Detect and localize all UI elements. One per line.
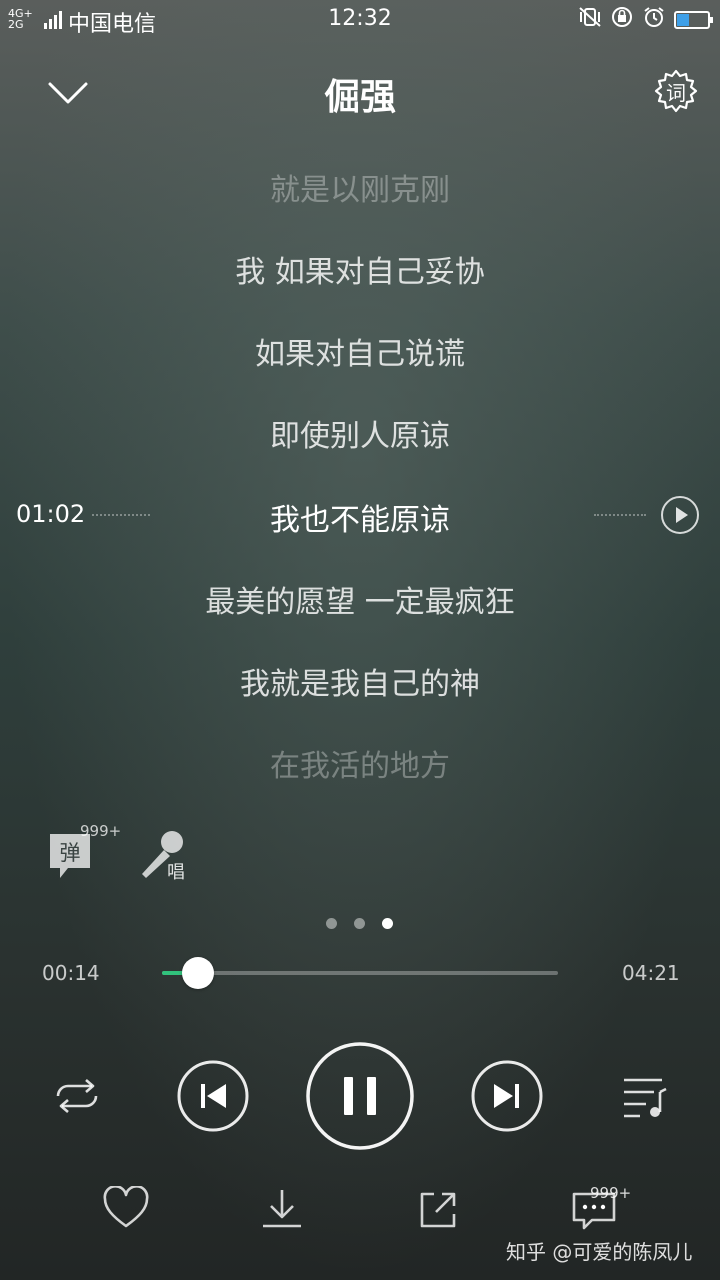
karaoke-microphone-icon[interactable]: 唱 xyxy=(136,828,190,884)
lyric-settings-label: 词 xyxy=(666,81,686,105)
page-indicator-dot-active xyxy=(382,918,393,929)
total-duration: 04:21 xyxy=(622,961,680,985)
danmu-count-badge: 999+ xyxy=(80,822,122,840)
playlist-icon[interactable] xyxy=(620,1074,670,1124)
lyric-indicator-dots-left xyxy=(92,514,150,518)
vibrate-mute-icon xyxy=(578,6,602,34)
lyric-line-time: 01:02 xyxy=(16,500,86,528)
lyric-line: 我就是我自己的神 xyxy=(240,667,480,702)
play-from-line-icon[interactable] xyxy=(660,495,700,535)
rotation-lock-icon xyxy=(610,6,634,34)
lyric-line: 就是以刚克刚 xyxy=(270,173,450,208)
page-indicator-dot xyxy=(326,918,337,929)
download-icon[interactable] xyxy=(259,1186,305,1236)
lyric-line: 即使别人原谅 xyxy=(270,419,450,454)
favorite-heart-icon[interactable] xyxy=(102,1185,150,1234)
lyric-line: 在我活的地方 xyxy=(270,749,450,784)
lyric-line: 我 如果对自己妥协 xyxy=(235,255,485,290)
elapsed-time: 00:14 xyxy=(42,961,100,985)
share-icon[interactable] xyxy=(416,1188,460,1236)
next-track-button[interactable] xyxy=(470,1059,544,1137)
previous-track-button[interactable] xyxy=(176,1059,250,1137)
battery-icon xyxy=(674,11,713,29)
sing-label: 唱 xyxy=(167,862,185,883)
alarm-icon xyxy=(642,6,666,34)
progress-slider[interactable] xyxy=(162,957,558,989)
lyric-indicator-dots-right xyxy=(594,514,646,518)
lyric-line: 最美的愿望 一定最疯狂 xyxy=(205,585,515,620)
comment-count-badge: 999+ xyxy=(590,1184,632,1202)
page-indicator-dot xyxy=(354,918,365,929)
repeat-mode-icon[interactable] xyxy=(50,1074,104,1122)
progress-thumb[interactable] xyxy=(181,957,214,989)
lyric-settings-gear-icon[interactable]: 词 xyxy=(652,68,700,116)
status-bar: 4G+ 2G 中国电信 12:32 xyxy=(0,0,720,38)
watermark: 知乎 @可爱的陈凤儿 xyxy=(506,1240,693,1264)
song-title: 倔强 xyxy=(323,77,396,118)
pause-button[interactable] xyxy=(305,1041,415,1155)
lyric-line: 如果对自己说谎 xyxy=(255,337,465,372)
danmu-label: 弹 xyxy=(60,841,81,865)
status-icons xyxy=(578,6,713,34)
